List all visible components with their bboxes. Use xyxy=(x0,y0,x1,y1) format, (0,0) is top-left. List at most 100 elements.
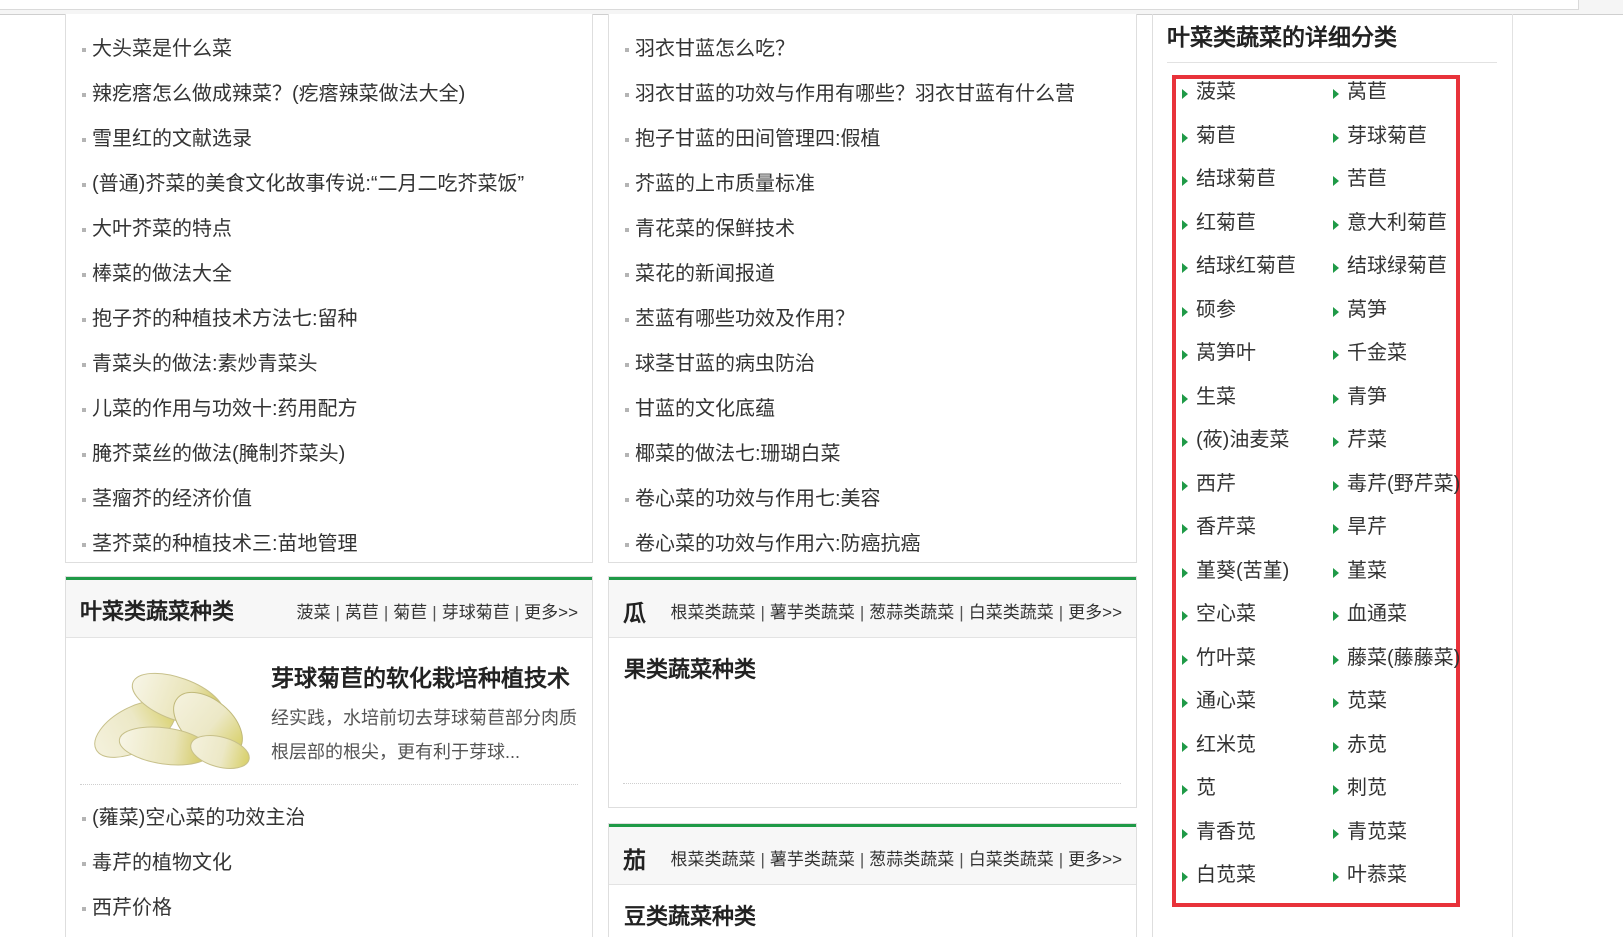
category-item[interactable]: 西芹 xyxy=(1180,463,1331,507)
article-link[interactable]: 苤蓝有哪些功效及作用？ xyxy=(635,308,855,330)
article-list-item[interactable]: 甘蓝的文化底蕴 xyxy=(609,387,1129,432)
article-link[interactable]: 抱子甘蓝的田间管理四:假植 xyxy=(635,128,881,150)
more-link[interactable]: 更多>> xyxy=(1068,850,1122,869)
article-list-item[interactable]: 大叶芥菜的特点 xyxy=(66,207,586,252)
article-link[interactable]: 腌芥菜丝的做法(腌制芥菜头) xyxy=(92,443,345,465)
category-item[interactable]: 红米苋 xyxy=(1180,724,1331,768)
article-list-item[interactable]: 抱子甘蓝的田间管理四:假植 xyxy=(609,117,1129,162)
eggplant-section-subtitle[interactable]: 豆类蔬菜种类 xyxy=(624,899,756,931)
category-item[interactable]: 苦苣 xyxy=(1331,158,1470,202)
category-item[interactable]: 结球绿菊苣 xyxy=(1331,245,1470,289)
category-item[interactable]: 白苋菜 xyxy=(1180,854,1331,898)
article-list-item[interactable]: 毒芹的植物文化 xyxy=(66,841,586,886)
article-list-item[interactable]: 茎芥菜的种植技术三:苗地管理 xyxy=(66,522,586,567)
category-item[interactable]: 莴笋叶 xyxy=(1180,332,1331,376)
category-item[interactable]: 结球菊苣 xyxy=(1180,158,1331,202)
category-item[interactable]: 旱芹 xyxy=(1331,506,1470,550)
article-list-item[interactable]: 西芹价格 xyxy=(66,886,586,931)
category-link[interactable]: 薯芋类蔬菜 xyxy=(770,850,855,869)
article-link[interactable]: 茎芥菜的种植技术三:苗地管理 xyxy=(92,533,358,555)
category-link[interactable]: 莴苣 xyxy=(345,603,379,622)
article-link[interactable]: 西芹价格 xyxy=(92,897,172,919)
article-list-item[interactable]: 芥蓝的上市质量标准 xyxy=(609,162,1129,207)
article-list-item[interactable]: 大头菜是什么菜 xyxy=(66,27,586,72)
article-list-item[interactable]: 辣疙瘩怎么做成辣菜？(疙瘩辣菜做法大全) xyxy=(66,72,586,117)
category-item[interactable]: 芽球菊苣 xyxy=(1331,115,1470,159)
category-item[interactable]: 赤苋 xyxy=(1331,724,1470,768)
category-link[interactable]: 白菜类蔬菜 xyxy=(969,603,1054,622)
article-list-item[interactable]: 羽衣甘蓝怎么吃？ xyxy=(609,27,1129,72)
article-list-item[interactable]: 羽衣甘蓝的功效与作用有哪些？羽衣甘蓝有什么营 xyxy=(609,72,1129,117)
category-item[interactable]: 苋 xyxy=(1180,767,1331,811)
article-list-item[interactable]: 儿菜的作用与功效十:药用配方 xyxy=(66,387,586,432)
category-item[interactable]: 菠菜 xyxy=(1180,71,1331,115)
category-link[interactable]: 菠菜 xyxy=(296,603,330,622)
category-link[interactable]: 根菜类蔬菜 xyxy=(670,603,755,622)
feature-article-title[interactable]: 芽球菊苣的软化栽培种植技术 xyxy=(271,659,570,693)
category-link[interactable]: 薯芋类蔬菜 xyxy=(770,603,855,622)
category-link[interactable]: 葱蒜类蔬菜 xyxy=(869,850,954,869)
article-link[interactable]: 儿菜的作用与功效十:药用配方 xyxy=(92,398,358,420)
article-link[interactable]: 卷心菜的功效与作用六:防癌抗癌 xyxy=(635,533,921,555)
category-item[interactable]: 通心菜 xyxy=(1180,680,1331,724)
article-link[interactable]: 茎瘤芥的经济价值 xyxy=(92,488,252,510)
category-item[interactable]: 芹菜 xyxy=(1331,419,1470,463)
category-link[interactable]: 菊苣 xyxy=(393,603,427,622)
category-item[interactable]: 刺苋 xyxy=(1331,767,1470,811)
article-list-item[interactable]: 卷心菜的功效与作用七:美容 xyxy=(609,477,1129,522)
category-item[interactable]: (莜)油麦菜 xyxy=(1180,419,1331,463)
category-link[interactable]: 根菜类蔬菜 xyxy=(670,850,755,869)
category-item[interactable]: 硕参 xyxy=(1180,289,1331,333)
category-item[interactable]: 香芹菜 xyxy=(1180,506,1331,550)
article-list-item[interactable]: 雪里红的文献选录 xyxy=(66,117,586,162)
category-item[interactable]: 藤菜(藤藤菜) xyxy=(1331,637,1470,681)
category-item[interactable]: 青笋 xyxy=(1331,376,1470,420)
article-link[interactable]: 卷心菜的功效与作用七:美容 xyxy=(635,488,881,510)
article-list-item[interactable]: 菜花的新闻报道 xyxy=(609,252,1129,297)
article-link[interactable]: 大叶芥菜的特点 xyxy=(92,218,232,240)
endive-photo[interactable] xyxy=(90,654,255,769)
leafy-section-title[interactable]: 叶菜类蔬菜种类 xyxy=(80,594,234,626)
more-link[interactable]: 更多>> xyxy=(1068,603,1122,622)
article-link[interactable]: 甘蓝的文化底蕴 xyxy=(635,398,775,420)
article-list-item[interactable]: 茎瘤芥的经济价值 xyxy=(66,477,586,522)
category-item[interactable]: 竹叶菜 xyxy=(1180,637,1331,681)
article-link[interactable]: 棒菜的做法大全 xyxy=(92,263,232,285)
melon-section-subtitle[interactable]: 果类蔬菜种类 xyxy=(624,652,756,684)
category-item[interactable]: 莴笋 xyxy=(1331,289,1470,333)
more-link[interactable]: 更多>> xyxy=(524,603,578,622)
article-list-item[interactable]: 球茎甘蓝的病虫防治 xyxy=(609,342,1129,387)
category-item[interactable]: 青香苋 xyxy=(1180,811,1331,855)
article-link[interactable]: (蕹菜)空心菜的功效主治 xyxy=(92,807,305,829)
category-item[interactable]: 生菜 xyxy=(1180,376,1331,420)
article-list-item[interactable]: 腌芥菜丝的做法(腌制芥菜头) xyxy=(66,432,586,477)
article-link[interactable]: 椰菜的做法七:珊瑚白菜 xyxy=(635,443,841,465)
category-item[interactable]: 莴苣 xyxy=(1331,71,1470,115)
article-link[interactable]: (普通)芥菜的美食文化故事传说:“二月二吃芥菜饭” xyxy=(92,173,524,195)
article-list-item[interactable]: 棒菜的做法大全 xyxy=(66,252,586,297)
category-item[interactable]: 叶菾菜 xyxy=(1331,854,1470,898)
category-item[interactable]: 毒芹(野芹菜) xyxy=(1331,463,1470,507)
category-item[interactable]: 千金菜 xyxy=(1331,332,1470,376)
article-link[interactable]: 毒芹的植物文化 xyxy=(92,852,232,874)
category-item[interactable]: 堇菜 xyxy=(1331,550,1470,594)
category-item[interactable]: 堇葵(苦堇) xyxy=(1180,550,1331,594)
article-list-item[interactable]: 卷心菜的功效与作用六:防癌抗癌 xyxy=(609,522,1129,567)
article-list-item[interactable]: 抱子芥的种植技术方法七:留种 xyxy=(66,297,586,342)
category-item[interactable]: 青苋菜 xyxy=(1331,811,1470,855)
article-list-item[interactable]: (普通)芥菜的美食文化故事传说:“二月二吃芥菜饭” xyxy=(66,162,586,207)
article-link[interactable]: 抱子芥的种植技术方法七:留种 xyxy=(92,308,358,330)
article-list-item[interactable]: 苤蓝有哪些功效及作用？ xyxy=(609,297,1129,342)
article-link[interactable]: 球茎甘蓝的病虫防治 xyxy=(635,353,815,375)
article-link[interactable]: 大头菜是什么菜 xyxy=(92,38,232,60)
article-link[interactable]: 羽衣甘蓝怎么吃？ xyxy=(635,38,795,60)
category-item[interactable]: 菊苣 xyxy=(1180,115,1331,159)
category-item[interactable]: 意大利菊苣 xyxy=(1331,202,1470,246)
category-item[interactable]: 结球红菊苣 xyxy=(1180,245,1331,289)
category-link[interactable]: 葱蒜类蔬菜 xyxy=(869,603,954,622)
article-link[interactable]: 芥蓝的上市质量标准 xyxy=(635,173,815,195)
category-item[interactable]: 血通菜 xyxy=(1331,593,1470,637)
article-link[interactable]: 辣疙瘩怎么做成辣菜？(疙瘩辣菜做法大全) xyxy=(92,83,465,105)
article-list-item[interactable]: 椰菜的做法七:珊瑚白菜 xyxy=(609,432,1129,477)
category-item[interactable]: 空心菜 xyxy=(1180,593,1331,637)
